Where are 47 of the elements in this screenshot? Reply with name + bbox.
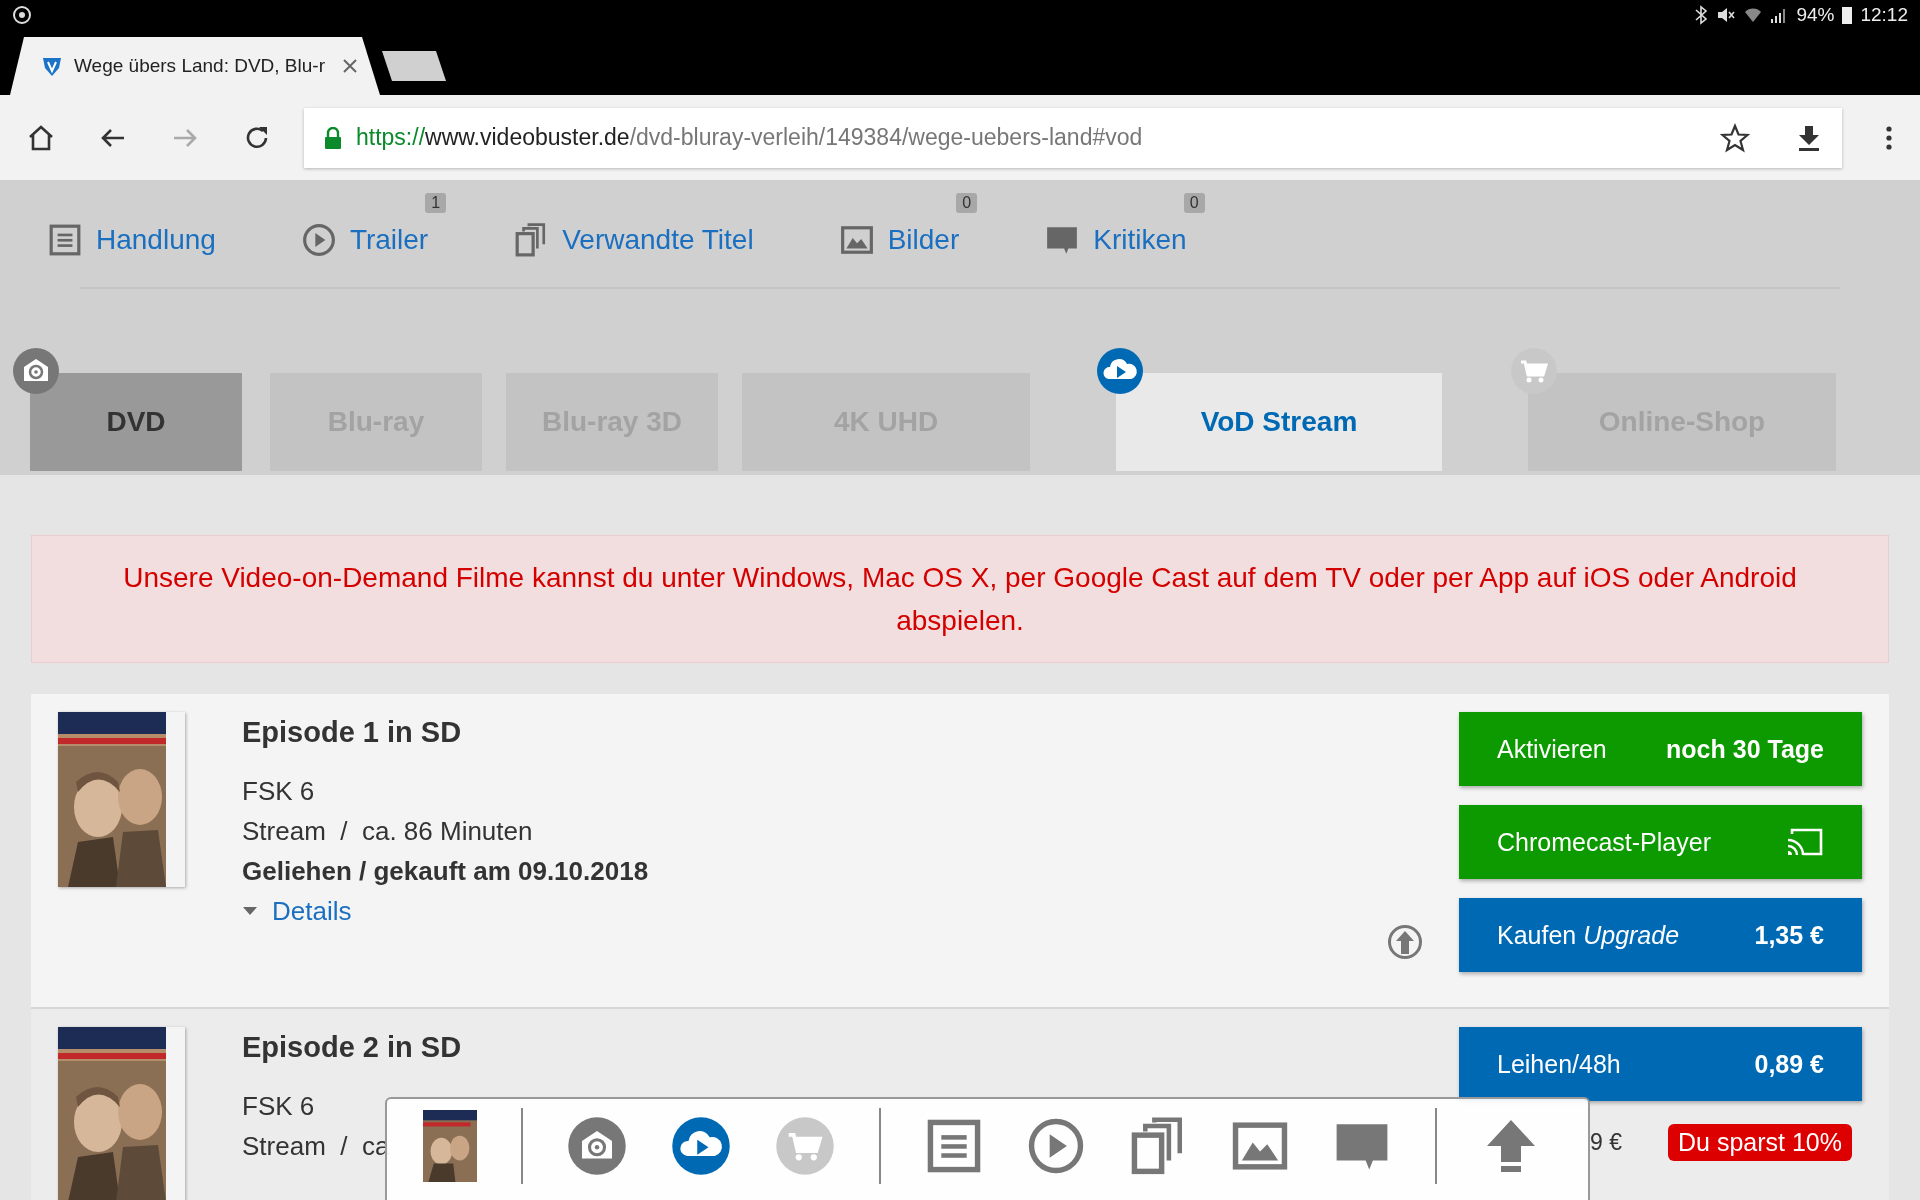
count-badge: 0	[1183, 193, 1205, 213]
cloud-play-icon[interactable]	[1096, 347, 1144, 395]
clock: 12:12	[1860, 4, 1908, 26]
battery-percent: 94%	[1796, 4, 1835, 26]
format-tab[interactable]: DVD	[30, 373, 242, 471]
buy-button[interactable]: Kaufen Upgrade 1,35 €	[1459, 898, 1862, 972]
activate-button[interactable]: Aktivieren noch 30 Tage	[1459, 712, 1862, 786]
disc-house-icon[interactable]	[567, 1116, 627, 1176]
nav-link[interactable]: Trailer	[349, 224, 429, 256]
star-icon[interactable]	[1720, 122, 1750, 153]
count-badge: 0	[956, 193, 978, 213]
nav-link[interactable]: Kritiken	[1093, 224, 1187, 256]
regular-price: 9 €	[1590, 1129, 1623, 1156]
upload-icon	[1387, 924, 1423, 960]
episode-title: Episode 2 in SD	[242, 1031, 463, 1064]
chromecast-button[interactable]: Chromecast-Player	[1459, 805, 1862, 879]
discount-badge: Du sparst 10%	[1668, 1124, 1852, 1161]
browser-tab[interactable]: Wege übers Land: DVD, Blu-r	[10, 37, 380, 95]
mute-icon	[1716, 5, 1737, 25]
caret-icon	[242, 906, 258, 916]
format-tab[interactable]: VoD Stream	[1116, 373, 1442, 471]
purchase-status: Geliehen / gekauft am 09.10.2018	[242, 855, 650, 888]
play-icon	[1027, 1117, 1085, 1175]
sync-icon	[12, 5, 32, 25]
age-rating: FSK 6	[242, 775, 315, 808]
lock-icon	[324, 126, 342, 149]
episode-title: Episode 1 in SD	[242, 716, 463, 749]
list-icon	[925, 1117, 983, 1175]
details-link[interactable]: Details	[272, 891, 352, 931]
info-message: Unsere Video-on-Demand Filme kannst du unter Windows, Mac OS X, per Google Cast auf dem TV oder per App auf iOS oder Android abspielen.	[31, 535, 1889, 663]
address-bar[interactable]: https://www.videobuster.de/dvd-bluray-verleih/149384/wege-uebers-land#vod	[304, 107, 1842, 168]
disc-house-icon[interactable]	[12, 347, 60, 395]
bluetooth-icon	[1694, 5, 1709, 25]
count-badge: 1	[425, 193, 447, 213]
age-rating: FSK 6	[242, 1090, 315, 1123]
cloud-play-icon[interactable]	[671, 1116, 731, 1176]
cast-icon	[1786, 827, 1824, 857]
list-icon	[48, 223, 82, 257]
nav-link[interactable]: Bilder	[887, 224, 960, 256]
nav-link[interactable]: Verwandte Titel	[562, 224, 754, 256]
rent-button[interactable]: Leihen/48h 0,89 €	[1459, 1027, 1862, 1101]
nav-link[interactable]: Handlung	[96, 224, 216, 256]
close-icon[interactable]	[342, 58, 358, 74]
image-icon	[839, 223, 874, 257]
play-icon	[301, 223, 336, 257]
battery-icon	[1842, 6, 1853, 24]
stream-info: Stream / ca. 86 Minuten	[242, 815, 533, 848]
